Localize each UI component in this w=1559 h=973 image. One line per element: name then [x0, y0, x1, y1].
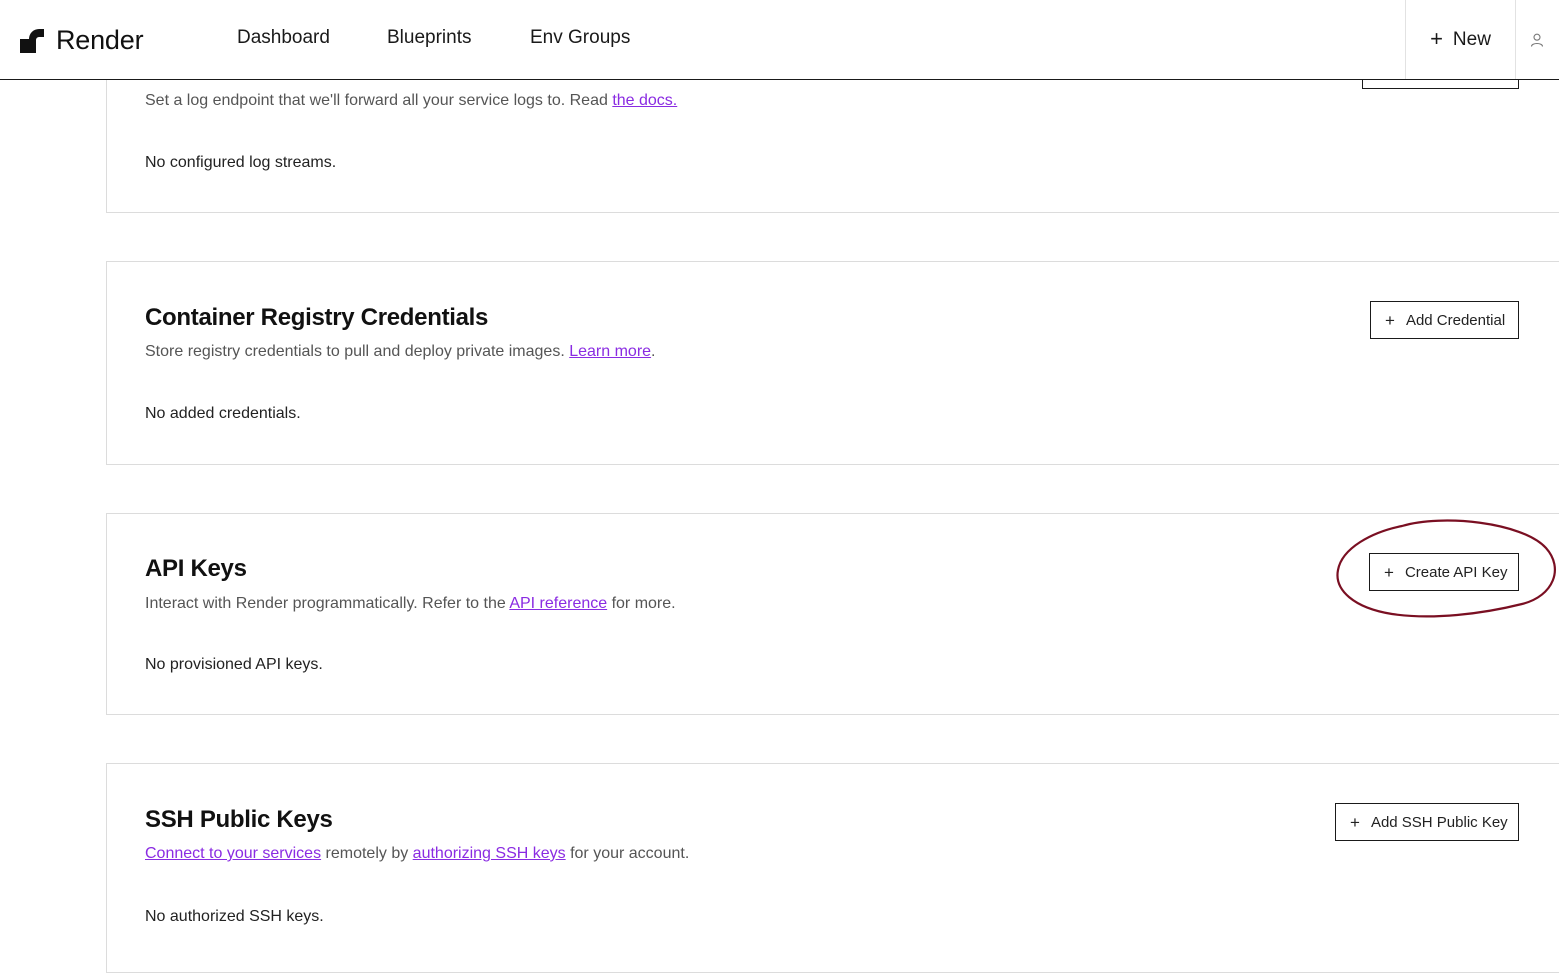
- ssh-keys-description: Connect to your services remotely by aut…: [145, 845, 690, 862]
- registry-empty-state: No added credentials.: [145, 405, 301, 422]
- registry-description: Store registry credentials to pull and d…: [145, 343, 656, 360]
- render-logo[interactable]: Render: [18, 24, 144, 55]
- ssh-keys-card: SSH Public Keys Connect to your services…: [106, 763, 1559, 973]
- api-keys-card: API Keys Interact with Render programmat…: [106, 513, 1559, 715]
- render-logo-icon: [20, 29, 44, 53]
- user-icon: [1530, 33, 1544, 47]
- nav-dashboard[interactable]: Dashboard: [237, 27, 330, 49]
- plus-icon: +: [1385, 310, 1395, 330]
- log-streams-description: Set a log endpoint that we'll forward al…: [145, 92, 678, 109]
- new-button[interactable]: + New: [1405, 0, 1516, 79]
- container-registry-card: Container Registry Credentials Store reg…: [106, 261, 1559, 465]
- learn-more-link[interactable]: Learn more: [569, 343, 651, 360]
- nav-blueprints[interactable]: Blueprints: [387, 27, 472, 49]
- log-streams-empty-state: No configured log streams.: [145, 154, 337, 171]
- user-menu-button[interactable]: [1515, 0, 1559, 79]
- nav-env-groups[interactable]: Env Groups: [530, 27, 630, 49]
- create-api-key-button[interactable]: + Create API Key: [1369, 553, 1519, 591]
- authorizing-ssh-keys-link[interactable]: authorizing SSH keys: [413, 845, 566, 862]
- api-keys-description: Interact with Render programmatically. R…: [145, 595, 676, 612]
- registry-title: Container Registry Credentials: [145, 304, 489, 331]
- add-credential-label: Add Credential: [1405, 311, 1506, 329]
- plus-icon: +: [1350, 812, 1360, 832]
- connect-services-link[interactable]: Connect to your services: [145, 845, 321, 862]
- ssh-keys-empty-state: No authorized SSH keys.: [145, 908, 324, 925]
- plus-icon: +: [1384, 562, 1394, 582]
- add-ssh-public-key-button[interactable]: + Add SSH Public Key: [1335, 803, 1519, 841]
- api-keys-empty-state: No provisioned API keys.: [145, 656, 323, 673]
- docs-link[interactable]: the docs.: [612, 92, 677, 109]
- top-navbar: Render Dashboard Blueprints Env Groups +…: [0, 0, 1559, 80]
- api-keys-title: API Keys: [145, 555, 247, 582]
- add-credential-button[interactable]: + Add Credential: [1370, 301, 1519, 339]
- new-button-label: New: [1452, 28, 1491, 50]
- api-reference-link[interactable]: API reference: [509, 595, 607, 612]
- add-ssh-public-key-label: Add SSH Public Key: [1370, 813, 1508, 831]
- brand-name: Render: [56, 24, 144, 55]
- plus-icon: +: [1430, 25, 1443, 51]
- ssh-keys-title: SSH Public Keys: [145, 806, 333, 833]
- create-api-key-label: Create API Key: [1404, 563, 1508, 581]
